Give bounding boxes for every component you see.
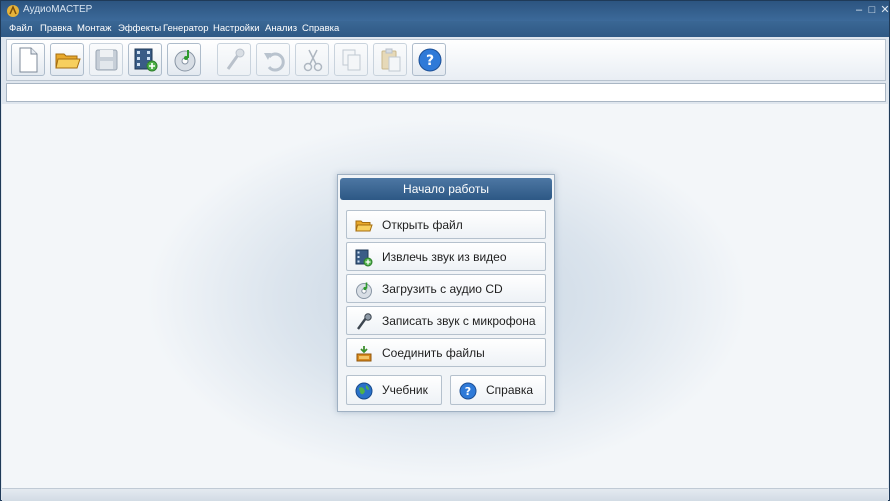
open-folder-icon [355,220,373,232]
video-extract-icon [355,249,373,267]
help-icon: ? [459,382,477,400]
menu-settings[interactable]: Настройки [213,23,260,34]
help-button[interactable]: ? [412,43,446,76]
extract-audio-label: Извлечь звук из видео [382,250,507,264]
new-file-icon [19,47,38,73]
paste-button[interactable] [373,43,407,76]
toolbar: ? [6,39,886,81]
extract-audio-action-button[interactable]: Извлечь звук из видео [346,242,546,271]
menu-generator[interactable]: Генератор [163,23,209,34]
start-panel: Начало работы Открыть файл Извлечь звук … [337,174,555,412]
audio-cd-icon [174,50,196,72]
load-cd-label: Загрузить с аудио CD [382,282,503,296]
open-file-action-button[interactable]: Открыть файл [346,210,546,239]
copy-icon [342,49,361,71]
tutorial-label: Учебник [382,383,428,397]
menu-help[interactable]: Справка [302,23,339,34]
path-field[interactable] [6,83,886,102]
globe-icon [355,382,373,400]
save-button[interactable] [89,43,123,76]
microphone-icon [226,48,245,70]
title-bar: АудиоМАСТЕР – □ ✕ [1,1,890,21]
record-button[interactable] [217,43,251,76]
svg-text:?: ? [465,385,471,398]
save-icon [95,49,118,71]
cut-icon [303,49,323,72]
record-mic-action-button[interactable]: Записать звук с микрофона [346,306,546,335]
undo-icon [264,52,285,72]
video-extract-icon [134,48,158,72]
app-window: АудиоМАСТЕР – □ ✕ Файл Правка Монтаж Эфф… [0,0,890,501]
menu-bar: Файл Правка Монтаж Эффекты Генератор Нас… [1,21,889,37]
load-cd-button[interactable] [167,43,201,76]
help-icon: ? [418,48,442,72]
tutorial-button[interactable]: Учебник [346,375,442,405]
open-folder-icon [55,53,81,69]
open-file-button[interactable] [50,43,84,76]
copy-button[interactable] [334,43,368,76]
status-bar [2,488,888,501]
extract-audio-button[interactable] [128,43,162,76]
close-icon[interactable]: ✕ [877,2,890,18]
paste-icon [381,48,401,72]
window-title: АудиоМАСТЕР [23,4,93,15]
microphone-icon [357,313,372,330]
cut-button[interactable] [295,43,329,76]
menu-montage[interactable]: Монтаж [77,23,111,34]
audio-cd-icon [356,282,372,299]
svg-text:?: ? [426,53,434,69]
record-mic-label: Записать звук с микрофона [382,314,536,328]
help-label: Справка [486,383,534,397]
open-file-label: Открыть файл [382,218,463,232]
undo-button[interactable] [256,43,290,76]
new-file-button[interactable] [11,43,45,76]
menu-edit[interactable]: Правка [40,23,72,34]
menu-analysis[interactable]: Анализ [265,23,297,34]
app-logo-icon [7,5,19,17]
menu-effects[interactable]: Эффекты [118,23,161,34]
help-action-button[interactable]: ? Справка [450,375,546,405]
join-files-icon [356,346,372,362]
menu-file[interactable]: Файл [9,23,32,34]
join-files-label: Соединить файлы [382,346,485,360]
load-cd-action-button[interactable]: Загрузить с аудио CD [346,274,546,303]
start-panel-title: Начало работы [340,178,552,200]
join-files-action-button[interactable]: Соединить файлы [346,338,546,367]
